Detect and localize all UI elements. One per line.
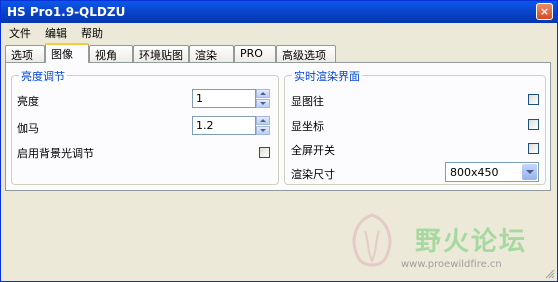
arrow-down-icon — [260, 102, 266, 105]
brightness-stepper: 1 — [192, 89, 270, 108]
window-title: HS Pro1.9-QLDZU — [7, 5, 126, 19]
brightness-spin-buttons — [256, 89, 270, 108]
tab-render[interactable]: 渲染 — [189, 45, 234, 62]
show-pin-checkbox[interactable] — [528, 94, 539, 105]
menu-bar: 文件 编辑 帮助 — [1, 23, 557, 41]
tab-options[interactable]: 选项 — [5, 45, 45, 62]
tab-label: 环境贴图 — [139, 49, 183, 62]
fullscreen-checkbox[interactable] — [528, 143, 539, 154]
brightness-label: 亮度 — [17, 95, 39, 108]
gamma-label: 伽马 — [17, 122, 39, 135]
chevron-down-icon — [526, 170, 534, 174]
menu-file[interactable]: 文件 — [9, 25, 31, 41]
gamma-stepper: 1.2 — [192, 116, 270, 135]
fullscreen-label: 全屏开关 — [291, 144, 335, 157]
brightness-down-button[interactable] — [256, 99, 270, 108]
gamma-down-button[interactable] — [256, 126, 270, 135]
render-size-select[interactable]: 800x450 — [445, 162, 539, 182]
backlight-label: 启用背景光调节 — [17, 147, 94, 160]
arrow-up-icon — [260, 92, 266, 95]
tab-pro[interactable]: PRO — [234, 45, 276, 62]
arrow-up-icon — [260, 119, 266, 122]
tab-label: 渲染 — [195, 49, 217, 62]
tab-label: 图像 — [51, 48, 73, 61]
tab-label: 视角 — [95, 49, 117, 62]
tab-panel-image: 亮度调节 亮度 1 伽马 1.2 启用背景光调节 实时渲染界面 显图往 显坐标 … — [5, 62, 551, 191]
watermark-text: 野火论坛 — [415, 227, 528, 257]
title-bar[interactable]: HS Pro1.9-QLDZU × — [1, 1, 557, 23]
tab-image[interactable]: 图像 — [45, 43, 89, 63]
realtime-group-title: 实时渲染界面 — [292, 68, 362, 84]
show-coords-checkbox[interactable] — [528, 119, 539, 130]
tab-environment-map[interactable]: 环境贴图 — [133, 45, 189, 62]
resize-grip-icon[interactable] — [545, 269, 555, 279]
brightness-group-title: 亮度调节 — [19, 68, 67, 84]
menu-help[interactable]: 帮助 — [81, 25, 103, 41]
show-pin-label: 显图往 — [291, 95, 324, 108]
close-icon: × — [539, 5, 550, 18]
gamma-up-button[interactable] — [256, 116, 270, 125]
arrow-down-icon — [260, 129, 266, 132]
brightness-up-button[interactable] — [256, 89, 270, 98]
backlight-checkbox[interactable] — [259, 147, 270, 158]
realtime-render-group: 实时渲染界面 显图往 显坐标 全屏开关 渲染尺寸 800x450 — [284, 68, 546, 185]
brightness-group: 亮度调节 亮度 1 伽马 1.2 启用背景光调节 — [11, 68, 279, 185]
watermark-logo-icon — [352, 213, 392, 267]
dropdown-button[interactable] — [522, 164, 537, 180]
tab-advanced[interactable]: 高级选项 — [276, 45, 336, 62]
render-size-label: 渲染尺寸 — [291, 168, 335, 181]
tab-label: PRO — [240, 47, 263, 60]
gamma-spin-buttons — [256, 116, 270, 135]
brightness-input[interactable]: 1 — [192, 89, 256, 108]
tab-label: 选项 — [11, 49, 33, 62]
app-window: HS Pro1.9-QLDZU × 文件 编辑 帮助 选项 图像 视角 环境贴图… — [0, 0, 558, 282]
menu-edit[interactable]: 编辑 — [45, 25, 67, 41]
show-coords-label: 显坐标 — [291, 120, 324, 133]
render-size-value: 800x450 — [450, 166, 499, 179]
gamma-input[interactable]: 1.2 — [192, 116, 256, 135]
close-button[interactable]: × — [536, 3, 553, 20]
tab-label: 高级选项 — [282, 49, 326, 62]
tab-view[interactable]: 视角 — [89, 45, 133, 62]
watermark-url: www.proewildfire.cn — [401, 259, 502, 270]
